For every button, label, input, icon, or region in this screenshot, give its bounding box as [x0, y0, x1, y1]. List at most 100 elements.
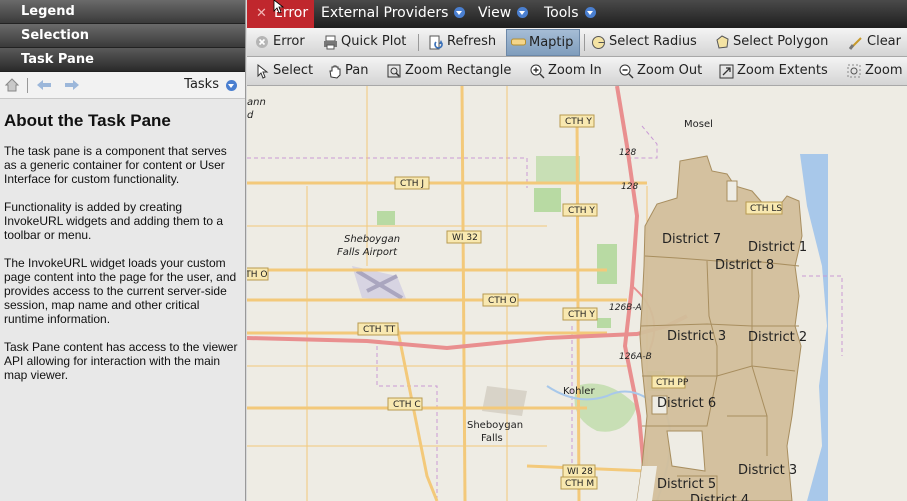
road-label: CTH Y [565, 117, 592, 127]
road-label: WI 28 [567, 467, 593, 477]
road-label: CTH PP [656, 378, 689, 388]
quick-plot-button[interactable]: Quick Plot [319, 31, 406, 54]
zoom-out-button[interactable]: Zoom Out [615, 60, 702, 83]
pan-hand-icon [329, 65, 341, 79]
external-providers-label: External Providers [321, 5, 449, 21]
district-label: District 4 [690, 493, 749, 501]
road-label: 126A-B [619, 352, 652, 362]
district-label: District 2 [748, 330, 807, 345]
chevron-down-icon[interactable] [226, 80, 237, 91]
accordion-task-pane-label: Task Pane [21, 52, 94, 67]
accordion-selection[interactable]: Selection [0, 24, 245, 48]
external-providers-menu[interactable]: External Providers [321, 0, 466, 28]
task-pane-toolbar: Tasks [0, 72, 245, 99]
select-radius-icon [592, 36, 605, 49]
accordion-selection-label: Selection [21, 28, 90, 43]
cursor-icon [257, 64, 269, 79]
left-panel: Legend Selection Task Pane Tasks About t… [0, 0, 246, 501]
pan-label: Pan [345, 63, 369, 78]
district-hole [726, 180, 738, 202]
select-polygon-icon [716, 35, 729, 49]
place-label: Falls Airport [337, 247, 398, 258]
zoom-out-label: Zoom Out [637, 63, 703, 78]
home-icon[interactable] [4, 77, 20, 97]
park-area [597, 318, 611, 328]
refresh-label: Refresh [447, 34, 497, 49]
map-viewer[interactable]: CTH Y CTH J CTH Y WI 32 CTH O CTH O CTH … [247, 86, 907, 501]
road-label: CTH C [393, 400, 421, 410]
clear-label: Clear [867, 34, 901, 49]
tools-menu[interactable]: Tools [544, 0, 596, 28]
error-button-label: Error [273, 34, 305, 49]
tasks-menu-label[interactable]: Tasks [184, 77, 219, 92]
error-icon [256, 36, 268, 48]
select-polygon-label: Select Polygon [733, 34, 829, 49]
tools-menu-label: Tools [544, 5, 579, 21]
accordion-legend[interactable]: Legend [0, 0, 245, 24]
road-label: CTH TT [363, 325, 396, 335]
zoom-rectangle-button[interactable]: Zoom Rectangle [383, 60, 511, 83]
task-pane-paragraph: The InvokeURL widget loads your custom p… [4, 256, 237, 326]
quick-plot-label: Quick Plot [341, 34, 407, 49]
select-polygon-button[interactable]: Select Polygon [711, 31, 828, 54]
district-label: District 6 [657, 396, 716, 411]
navigation-toolbar: Select Pan Zoom Rectangle Zoom In Zoom O… [247, 57, 907, 86]
select-radius-label: Select Radius [609, 34, 697, 49]
select-radius-button[interactable]: Select Radius [587, 31, 697, 54]
task-pane-paragraph: Task Pane content has access to the view… [4, 340, 238, 382]
select-button[interactable]: Select [251, 60, 313, 83]
place-label: Kohler [563, 386, 595, 397]
park-area [536, 156, 580, 182]
municipal-boundary [247, 157, 573, 501]
zoom-extents-button[interactable]: Zoom Extents [715, 60, 828, 83]
road-label: WI 32 [452, 233, 478, 243]
place-label: Falls [481, 433, 503, 444]
back-arrow-icon[interactable] [36, 79, 52, 95]
road-label: CTH O [247, 270, 268, 280]
zoom-in-button[interactable]: Zoom In [526, 60, 602, 83]
task-pane-content: About the Task Pane The task pane is a c… [0, 99, 245, 402]
chevron-down-icon [454, 7, 466, 18]
park-area [377, 211, 395, 225]
accordion-task-pane[interactable]: Task Pane [0, 48, 245, 72]
zoom-out-icon [619, 64, 634, 79]
refresh-button[interactable]: Refresh [425, 31, 496, 54]
zoom-label: Zoom [865, 63, 903, 78]
road-label: 126B-A [609, 303, 642, 313]
task-pane-paragraph: Functionality is added by creating Invok… [4, 200, 224, 242]
task-pane-title: About the Task Pane [4, 111, 171, 130]
error-button[interactable]: Error [251, 31, 305, 54]
road-label: CTH J [400, 179, 424, 189]
road-label: CTH Y [568, 310, 595, 320]
clear-button[interactable]: Clear [845, 31, 901, 54]
park-area [534, 188, 561, 212]
zoom-extents-label: Zoom Extents [737, 63, 828, 78]
zoom-extents-icon [719, 64, 734, 79]
toolbar-divider [27, 78, 28, 93]
local-roads [247, 86, 648, 501]
forward-arrow-icon[interactable] [64, 79, 80, 95]
zoom-button[interactable]: Zoom [843, 60, 902, 83]
accordion-legend-label: Legend [21, 4, 75, 19]
menu-bar: ✕ Error External Providers View Tools [247, 0, 907, 28]
maptip-button[interactable]: Maptip [506, 29, 581, 56]
district-hole [666, 430, 706, 472]
zoom-icon [847, 64, 861, 78]
district-label: District 1 [748, 240, 807, 255]
maptip-icon [511, 38, 526, 46]
map-canvas[interactable]: CTH Y CTH J CTH Y WI 32 CTH O CTH O CTH … [247, 86, 907, 501]
place-label: Sheboygan [344, 234, 400, 245]
close-icon: ✕ [256, 6, 267, 21]
road-label: CTH O [488, 296, 517, 306]
view-menu[interactable]: View [478, 0, 529, 28]
pan-button[interactable]: Pan [323, 60, 368, 83]
district-label: District 7 [662, 232, 721, 247]
road-label: CTH Y [568, 206, 595, 216]
chevron-down-icon [584, 7, 596, 18]
place-label: ann [247, 97, 266, 108]
chevron-down-icon [517, 7, 529, 18]
district-label: District 3 [738, 463, 797, 478]
view-menu-label: View [478, 5, 512, 21]
district-label: District 8 [715, 258, 774, 273]
maptip-label: Maptip [529, 35, 574, 50]
